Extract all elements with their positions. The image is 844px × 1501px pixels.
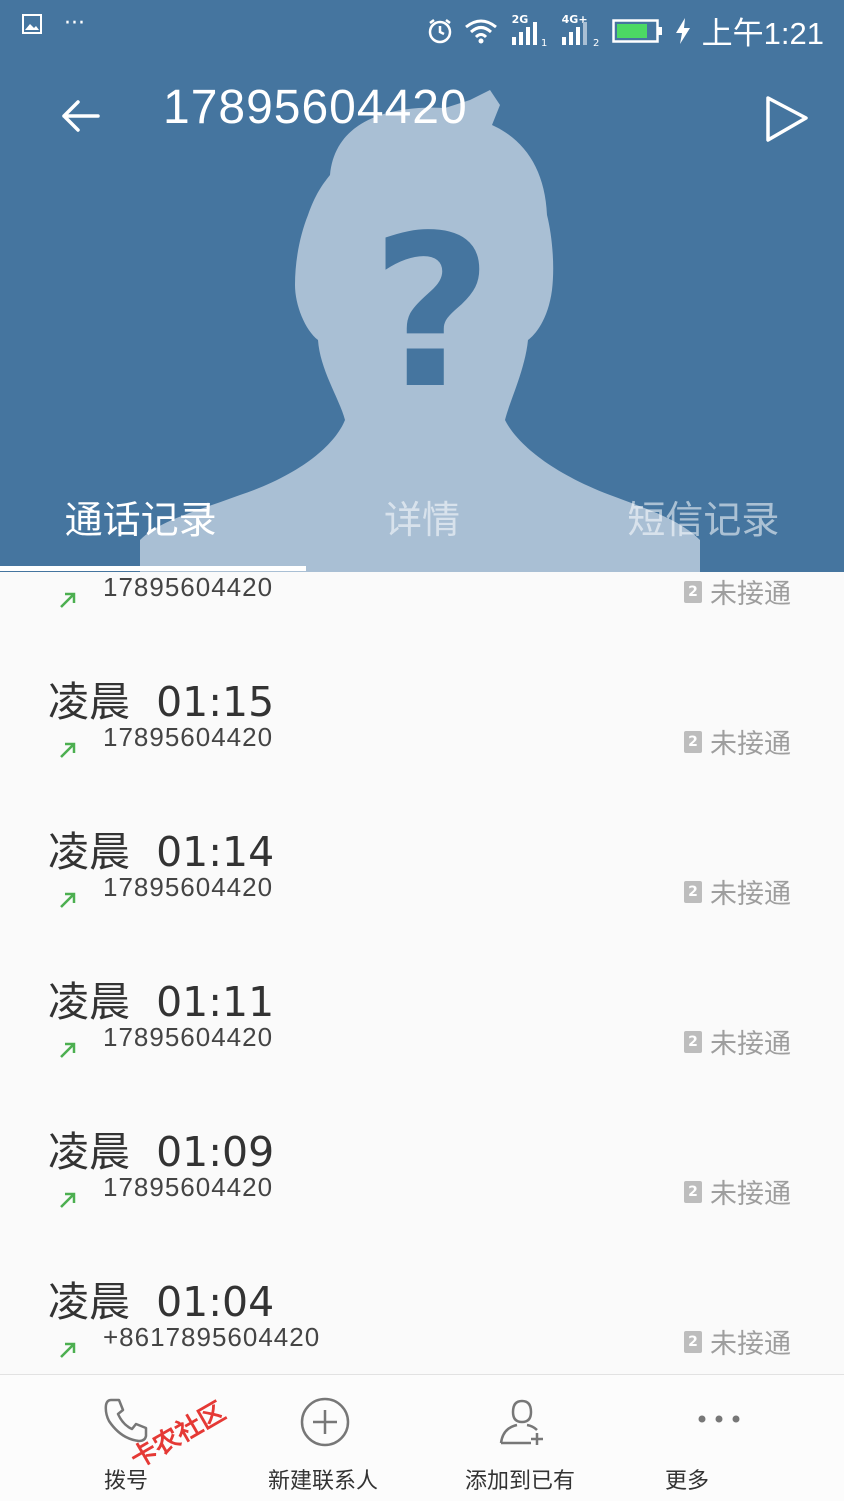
outgoing-call-icon <box>60 742 76 758</box>
call-log-list[interactable]: 17895604420 2 未接通 凌晨 01:15 17895604420 2… <box>0 572 844 1374</box>
outgoing-call-icon <box>60 892 76 908</box>
contact-number-title: 17895604420 <box>163 81 468 134</box>
call-status-text: 未接通 <box>710 1029 791 1060</box>
send-message-icon[interactable] <box>756 88 816 148</box>
call-status: 2 未接通 <box>684 572 791 611</box>
clock: 上午1:21 <box>701 16 824 51</box>
call-status: 2 未接通 <box>684 1172 791 1211</box>
new-contact-label: 新建联系人 <box>267 1469 378 1494</box>
svg-text:1: 1 <box>541 38 547 47</box>
status-bar: ··· 2G 1 4G+ 2 上午1:21 <box>0 0 844 58</box>
call-log-row[interactable]: 凌晨 01:09 17895604420 2 未接通 <box>0 1100 844 1250</box>
tab-call-log[interactable]: 通话记录 <box>0 490 281 572</box>
more-dots-icon <box>698 1415 740 1423</box>
call-time: 凌晨 01:04 <box>48 1278 275 1326</box>
svg-text:?: ? <box>371 190 493 435</box>
call-time: 凌晨 01:11 <box>48 978 275 1026</box>
tab-details[interactable]: 详情 <box>281 490 562 572</box>
sim-card-icon: 2 <box>684 880 702 903</box>
sim-card-icon: 2 <box>684 730 702 753</box>
sim1-signal-icon: 2G 1 <box>511 12 548 47</box>
call-log-row[interactable]: 凌晨 01:11 17895604420 2 未接通 <box>0 950 844 1100</box>
charging-icon <box>675 17 690 44</box>
call-status-text: 未接通 <box>710 1329 791 1360</box>
call-number: 17895604420 <box>103 722 274 752</box>
wifi-icon <box>464 19 497 43</box>
call-time: 凌晨 01:14 <box>48 828 275 876</box>
more-label: 更多 <box>664 1469 709 1494</box>
call-log-row[interactable]: 凌晨 01:15 17895604420 2 未接通 <box>0 650 844 800</box>
sim-card-icon: 2 <box>684 580 702 603</box>
sim2-signal-icon: 4G+ 2 <box>561 12 600 47</box>
bottom-action-bar: 拨号 新建联系人 添加到已有 更多 卡农社区 <box>0 1374 844 1501</box>
call-status-text: 未接通 <box>710 1179 791 1210</box>
call-status: 2 未接通 <box>684 722 791 761</box>
call-time: 凌晨 01:15 <box>48 678 275 726</box>
call-number: 17895604420 <box>103 572 274 602</box>
sim-card-icon: 2 <box>684 1180 702 1203</box>
back-arrow-icon[interactable] <box>52 88 108 144</box>
outgoing-call-icon <box>60 1192 76 1208</box>
app-bar: 17895604420 <box>0 70 844 160</box>
call-status: 2 未接通 <box>684 872 791 911</box>
alarm-icon <box>428 18 451 43</box>
call-number: +8617895604420 <box>103 1322 321 1352</box>
gallery-notification-icon <box>22 14 42 34</box>
dial-label: 拨号 <box>103 1469 148 1494</box>
call-status: 2 未接通 <box>684 1322 791 1361</box>
battery-icon <box>611 18 662 43</box>
new-contact-button[interactable]: 新建联系人 <box>223 1375 423 1501</box>
call-log-row[interactable]: 凌晨 01:14 17895604420 2 未接通 <box>0 800 844 950</box>
svg-text:2: 2 <box>593 38 599 47</box>
call-status-text: 未接通 <box>710 729 791 760</box>
tab-sms-log[interactable]: 短信记录 <box>563 490 844 572</box>
call-log-row[interactable]: 17895604420 2 未接通 <box>0 572 844 650</box>
call-number: 17895604420 <box>103 872 274 902</box>
tab-bar: 通话记录 详情 短信记录 <box>0 490 844 572</box>
add-person-icon <box>499 1399 543 1445</box>
outgoing-call-icon <box>60 1342 76 1358</box>
sim-card-icon: 2 <box>684 1030 702 1053</box>
outgoing-call-icon <box>60 592 76 608</box>
more-notifications-icon: ··· <box>64 11 85 36</box>
call-time: 凌晨 01:09 <box>48 1128 275 1176</box>
sim-card-icon: 2 <box>684 1330 702 1353</box>
add-circle-icon <box>300 1397 350 1447</box>
call-number: 17895604420 <box>103 1022 274 1052</box>
more-button[interactable]: 更多 <box>617 1375 817 1501</box>
call-status: 2 未接通 <box>684 1022 791 1061</box>
contact-header: ? ··· 2G 1 4G+ 2 上午1:21 17895604420 通话记录… <box>0 0 844 572</box>
call-log-row[interactable]: 凌晨 01:04 +8617895604420 2 未接通 <box>0 1250 844 1374</box>
call-status-text: 未接通 <box>710 579 791 610</box>
active-tab-indicator <box>0 566 306 571</box>
call-status-text: 未接通 <box>710 879 791 910</box>
outgoing-call-icon <box>60 1042 76 1058</box>
call-number: 17895604420 <box>103 1172 274 1202</box>
